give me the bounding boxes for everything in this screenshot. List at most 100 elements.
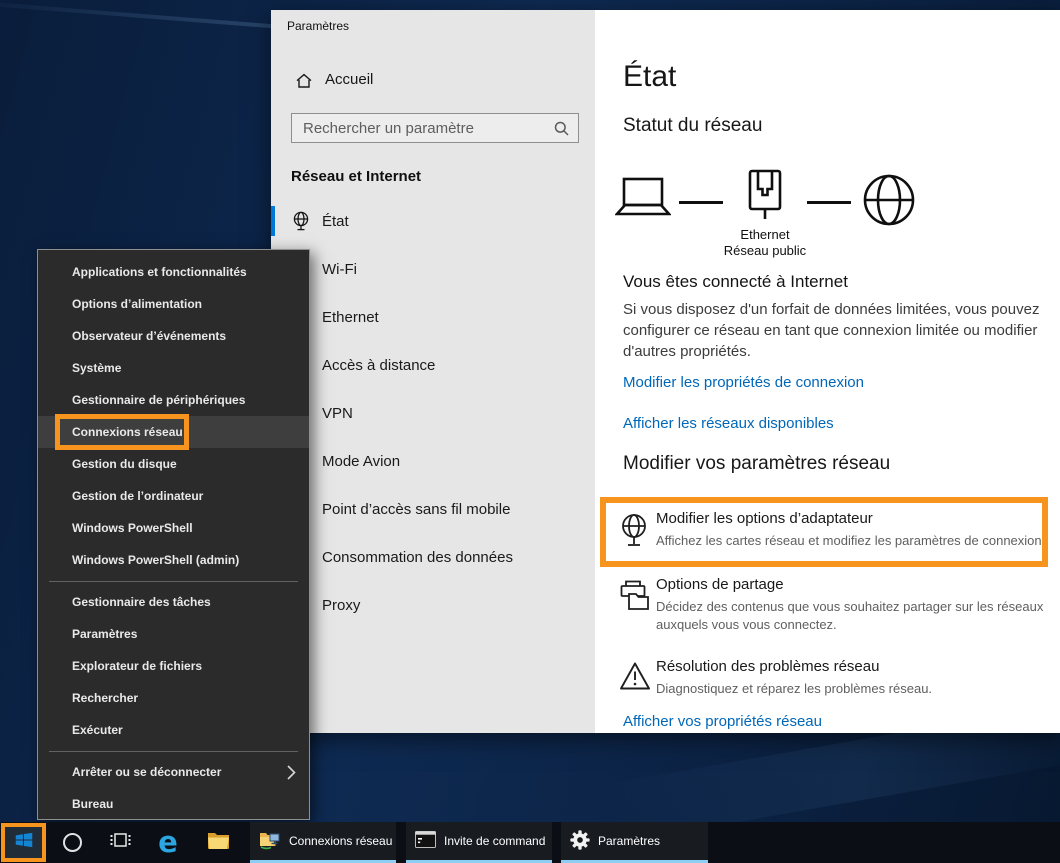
ethernet-plug-icon — [744, 168, 786, 231]
sidebar-item-label: État — [322, 213, 349, 230]
network-link-line — [807, 201, 851, 204]
card-title: Résolution des problèmes réseau — [656, 658, 1047, 675]
card-title: Options de partage — [656, 576, 1047, 593]
sidebar-item-ethernet[interactable]: Ethernet — [271, 293, 595, 341]
sidebar-item-label: Consommation des données — [322, 549, 513, 566]
sidebar-item-proxy[interactable]: Proxy — [271, 581, 595, 629]
taskbar-app-label: Connexions réseau — [289, 834, 392, 848]
sidebar-item-label: Wi-Fi — [322, 261, 357, 278]
sharing-icon — [619, 579, 651, 618]
selected-indicator — [271, 206, 275, 236]
connected-heading: Vous êtes connecté à Internet — [623, 272, 848, 292]
network-connections-icon — [259, 830, 281, 853]
cortana-button[interactable] — [52, 822, 92, 863]
sidebar-item-label: Proxy — [322, 597, 360, 614]
task-view-icon — [110, 830, 131, 855]
taskbar-app-parametres[interactable]: Paramètres — [561, 822, 708, 863]
sidebar-item-consommation-donnees[interactable]: Consommation des données — [271, 533, 595, 581]
sidebar-item-hotspot-mobile[interactable]: Point d’accès sans fil mobile — [271, 485, 595, 533]
home-icon — [295, 72, 313, 95]
winx-item-power-options[interactable]: Options d’alimentation — [38, 288, 309, 320]
folder-icon — [207, 831, 230, 855]
internet-globe-icon — [861, 172, 917, 233]
sidebar-item-label: Mode Avion — [322, 453, 400, 470]
winx-item-connexions-reseau[interactable]: Connexions réseau — [38, 416, 309, 448]
sidebar-nav: État Wi-Fi Ethernet Accès à distance VPN… — [271, 197, 595, 629]
windows-logo-icon — [13, 829, 35, 856]
winx-item-computer-management[interactable]: Gestion de l’ordinateur — [38, 480, 309, 512]
card-sharing-options[interactable]: Options de partage Décidez des contenus … — [619, 576, 1047, 634]
laptop-icon — [615, 176, 671, 225]
settings-search-box — [291, 113, 579, 143]
taskbar-app-invite-de-command[interactable]: Invite de command — [406, 822, 552, 863]
sidebar-item-label: VPN — [322, 405, 353, 422]
sidebar-item-label: Point d’accès sans fil mobile — [322, 501, 510, 518]
sidebar-item-vpn[interactable]: VPN — [271, 389, 595, 437]
network-status-icon — [292, 211, 310, 236]
winx-item-apps-features[interactable]: Applications et fonctionnalités — [38, 256, 309, 288]
sidebar-item-acces-distance[interactable]: Accès à distance — [271, 341, 595, 389]
winx-item-run[interactable]: Exécuter — [38, 714, 309, 746]
settings-sidebar: Paramètres Accueil Réseau et Internet — [271, 10, 595, 733]
card-description: Affichez les cartes réseau et modifiez l… — [656, 532, 1047, 550]
search-icon — [554, 121, 569, 141]
search-input[interactable] — [292, 114, 578, 142]
settings-main-pane: État Statut du réseau — [595, 10, 1060, 733]
winx-item-event-viewer[interactable]: Observateur d’événements — [38, 320, 309, 352]
network-status-heading: Statut du réseau — [623, 115, 762, 137]
sidebar-item-home[interactable]: Accueil — [271, 63, 595, 99]
menu-separator — [38, 746, 309, 756]
window-title: Paramètres — [287, 19, 349, 33]
command-prompt-icon — [415, 831, 436, 851]
connection-caption: Ethernet Réseau public — [695, 227, 835, 259]
winx-item-file-explorer[interactable]: Explorateur de fichiers — [38, 650, 309, 682]
gear-icon — [570, 830, 590, 853]
change-network-settings-heading: Modifier vos paramètres réseau — [623, 453, 890, 475]
sidebar-section-heading: Réseau et Internet — [291, 168, 421, 185]
sidebar-item-label: Ethernet — [322, 309, 379, 326]
taskbar-app-label: Paramètres — [598, 834, 660, 848]
link-change-connection-properties[interactable]: Modifier les propriétés de connexion — [623, 374, 864, 391]
edge-icon: e — [158, 828, 178, 857]
winx-item-settings[interactable]: Paramètres — [38, 618, 309, 650]
card-adapter-options[interactable]: Modifier les options d’adaptateur Affich… — [619, 510, 1047, 550]
winx-item-shutdown[interactable]: Arrêter ou se déconnecter — [38, 756, 309, 788]
sidebar-item-etat[interactable]: État — [271, 197, 595, 245]
page-title: État — [623, 60, 676, 94]
winx-menu: Applications et fonctionnalités Options … — [37, 249, 310, 820]
network-type: Réseau public — [695, 243, 835, 259]
card-network-troubleshoot[interactable]: Résolution des problèmes réseau Diagnost… — [619, 658, 1047, 698]
winx-item-search[interactable]: Rechercher — [38, 682, 309, 714]
network-link-line — [679, 201, 723, 204]
sidebar-item-label: Accueil — [325, 71, 373, 88]
winx-item-disk-management[interactable]: Gestion du disque — [38, 448, 309, 480]
file-explorer-button[interactable] — [198, 822, 238, 863]
taskbar-app-label: Invite de command — [444, 834, 545, 848]
winx-item-label: Arrêter ou se déconnecter — [72, 765, 221, 779]
winx-item-device-manager[interactable]: Gestionnaire de périphériques — [38, 384, 309, 416]
winx-item-powershell-admin[interactable]: Windows PowerShell (admin) — [38, 544, 309, 576]
card-title: Modifier les options d’adaptateur — [656, 510, 1047, 527]
link-show-network-properties[interactable]: Afficher vos propriétés réseau — [623, 713, 822, 730]
task-view-button[interactable] — [100, 822, 140, 863]
desktop: Paramètres Accueil Réseau et Internet — [0, 0, 1060, 863]
warning-triangle-icon — [619, 661, 651, 696]
winx-item-label: Connexions réseau — [72, 425, 183, 439]
menu-separator — [38, 576, 309, 586]
winx-item-system[interactable]: Système — [38, 352, 309, 384]
link-show-available-networks[interactable]: Afficher les réseaux disponibles — [623, 415, 834, 432]
taskbar-app-connexions-reseau[interactable]: Connexions réseau — [250, 822, 396, 863]
winx-item-task-manager[interactable]: Gestionnaire des tâches — [38, 586, 309, 618]
cortana-icon — [63, 833, 82, 852]
card-description: Décidez des contenus que vous souhaitez … — [656, 598, 1047, 634]
winx-item-desktop[interactable]: Bureau — [38, 788, 309, 820]
winx-item-powershell[interactable]: Windows PowerShell — [38, 512, 309, 544]
edge-browser-button[interactable]: e — [148, 822, 188, 863]
adapter-globe-icon — [619, 513, 649, 558]
settings-window: Paramètres Accueil Réseau et Internet — [271, 10, 1060, 733]
sidebar-item-mode-avion[interactable]: Mode Avion — [271, 437, 595, 485]
sidebar-item-wifi[interactable]: Wi-Fi — [271, 245, 595, 293]
connected-paragraph: Si vous disposez d'un forfait de données… — [623, 299, 1060, 362]
start-button[interactable] — [1, 823, 46, 862]
card-description: Diagnostiquez et réparez les problèmes r… — [656, 680, 1047, 698]
